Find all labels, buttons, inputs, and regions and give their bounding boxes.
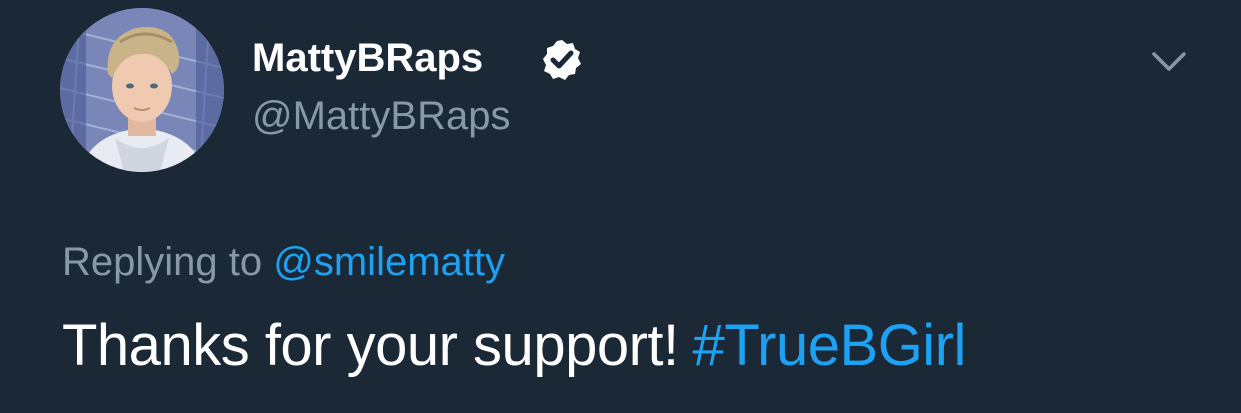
author-handle[interactable]: @MattyBRaps [252, 94, 510, 139]
replying-to-line: Replying to @smilematty [62, 240, 505, 285]
tweet-body: Thanks for your support! [62, 313, 679, 378]
reply-mention-link[interactable]: @smilematty [273, 240, 505, 284]
tweet-card: MattyBRaps @MattyBRaps Replying to @smil… [0, 0, 1241, 413]
avatar[interactable] [60, 8, 224, 172]
tweet-text: Thanks for your support! #TrueBGirl [62, 312, 966, 379]
verified-badge-icon [543, 40, 581, 80]
chevron-down-icon[interactable] [1150, 46, 1188, 76]
replying-to-label: Replying to [62, 240, 263, 284]
hashtag-link[interactable]: #TrueBGirl [693, 313, 967, 378]
avatar-image [60, 8, 224, 172]
display-name[interactable]: MattyBRaps [252, 36, 483, 81]
